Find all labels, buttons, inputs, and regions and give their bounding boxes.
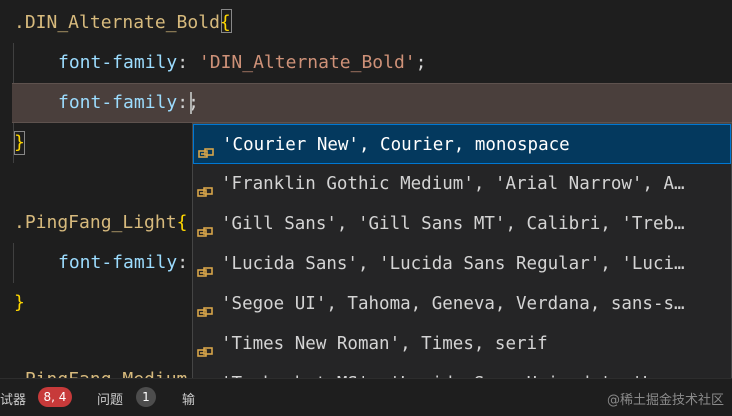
tab-output[interactable]: 输 [182, 389, 195, 408]
suggestion-label: 'Segoe UI', Tahoma, Geneva, Verdana, san… [221, 294, 685, 314]
property-value-icon [197, 216, 213, 237]
property-value-icon [197, 176, 213, 197]
tab-debug-console[interactable]: 试器 [0, 389, 26, 408]
open-brace: { [176, 212, 188, 233]
css-selector: .PingFang_Light [14, 212, 177, 233]
code-line-current: font-family:; [58, 83, 199, 123]
close-brace: } [14, 292, 25, 313]
watermark: @稀土掘金技术社区 [606, 393, 724, 408]
code-line: font-family: [58, 243, 188, 283]
colon: : [177, 92, 189, 113]
debug-count-badge: 8, 4 [38, 387, 72, 407]
close-brace: } [14, 132, 25, 153]
suggestion-label: 'Franklin Gothic Medium', 'Arial Narrow'… [221, 174, 685, 194]
suggestion-item[interactable]: 'Times New Roman', Times, serif [193, 324, 731, 364]
css-property: font-family [58, 252, 178, 273]
property-value-icon [197, 296, 213, 317]
suggestion-item[interactable]: 'Lucida Sans', 'Lucida Sans Regular', 'L… [193, 244, 731, 284]
text-cursor [190, 92, 192, 114]
suggestion-label: 'Times New Roman', Times, serif [221, 334, 548, 354]
suggestion-label: 'Gill Sans', 'Gill Sans MT', Calibri, 'T… [221, 214, 685, 234]
colon: : [177, 252, 189, 273]
suggestion-item[interactable]: 'Courier New', Courier, monospace [193, 124, 731, 164]
property-value-icon [197, 256, 213, 277]
suggestion-item[interactable]: 'Segoe UI', Tahoma, Geneva, Verdana, san… [193, 284, 731, 324]
colon: : [177, 52, 189, 73]
css-selector: .PingFang_Medium [14, 369, 187, 378]
suggestion-label: 'Lucida Sans', 'Lucida Sans Regular', 'L… [221, 254, 685, 274]
code-line: font-family: 'DIN_Alternate_Bold'; [58, 43, 427, 83]
suggestion-item[interactable]: 'Franklin Gothic Medium', 'Arial Narrow'… [193, 164, 731, 204]
code-line: .PingFang_Light{ [14, 203, 187, 243]
indent-guide [13, 243, 14, 283]
css-selector: .DIN_Alternate_Bold [14, 12, 220, 33]
indent-guide [13, 43, 14, 83]
code-line: .DIN_Alternate_Bold{ [14, 3, 231, 43]
semicolon: ; [415, 52, 427, 73]
tab-problems[interactable]: 问题 [97, 389, 123, 408]
suggestion-item[interactable]: 'Gill Sans', 'Gill Sans MT', Calibri, 'T… [193, 204, 731, 244]
code-line: } [14, 283, 25, 323]
property-value-icon [197, 336, 213, 357]
css-value: 'DIN_Alternate_Bold' [198, 52, 416, 73]
css-property: font-family [58, 92, 178, 113]
suggestion-label: 'Courier New', Courier, monospace [222, 135, 570, 155]
code-line: } [14, 123, 25, 163]
property-value-icon [198, 137, 214, 158]
code-line: .PingFang_Medium [14, 360, 187, 378]
problems-count-badge: 1 [136, 387, 156, 407]
autocomplete-suggest-widget[interactable]: 'Courier New', Courier, monospace 'Frank… [192, 123, 732, 415]
open-brace: { [219, 12, 231, 33]
css-property: font-family [58, 52, 178, 73]
